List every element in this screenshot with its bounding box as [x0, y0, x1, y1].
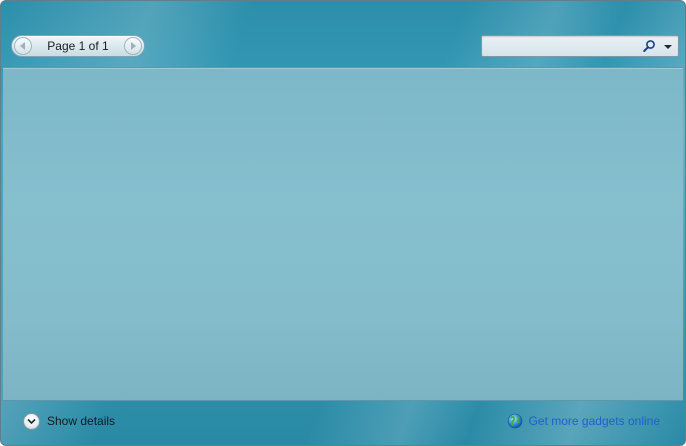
previous-page-button[interactable]	[14, 37, 32, 55]
bottom-bar: Show details Get more gadgets online	[1, 401, 685, 445]
toolbar: Page 1 of 1	[1, 1, 685, 67]
search-box	[481, 35, 679, 57]
chevron-down-icon	[664, 45, 672, 49]
chevron-right-icon	[131, 42, 136, 50]
get-more-gadgets-link[interactable]: Get more gadgets online	[507, 411, 660, 431]
pager: Page 1 of 1	[11, 35, 145, 57]
gadget-list-area	[3, 67, 683, 401]
search-icon[interactable]	[642, 39, 656, 53]
page-indicator: Page 1 of 1	[47, 39, 109, 53]
show-details-button[interactable]: Show details	[23, 411, 115, 431]
search-options-dropdown[interactable]	[662, 41, 674, 53]
get-more-gadgets-label: Get more gadgets online	[528, 414, 660, 428]
chevron-down-icon	[23, 412, 40, 430]
chevron-left-icon	[20, 42, 25, 50]
next-page-button[interactable]	[124, 37, 142, 55]
gadget-gallery-window: Page 1 of 1 Show details Get more gadget…	[0, 0, 686, 446]
show-details-label: Show details	[47, 414, 116, 428]
globe-icon	[507, 413, 522, 429]
search-input[interactable]	[486, 38, 640, 56]
